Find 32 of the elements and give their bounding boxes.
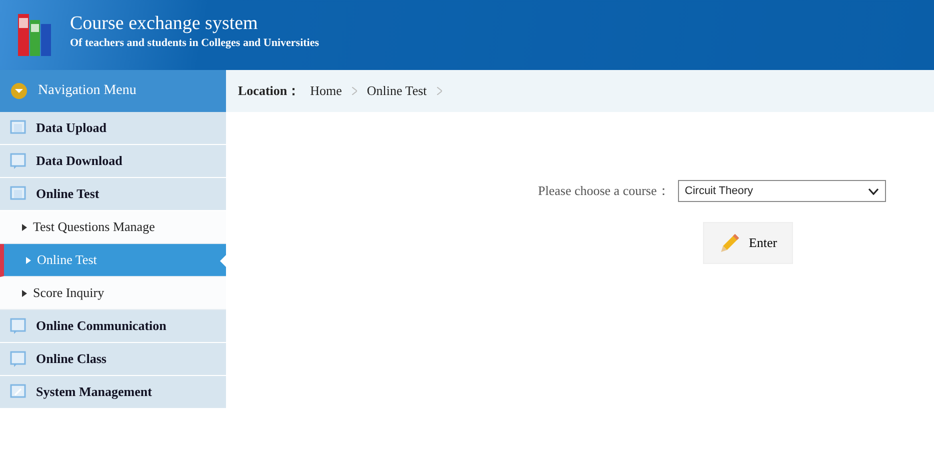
menu-title: Navigation Menu [38, 83, 136, 99]
document-icon [10, 186, 26, 202]
chevron-down-icon [868, 188, 879, 194]
edit-icon [10, 384, 26, 400]
app-subtitle: Of teachers and students in Colleges and Universities [70, 37, 320, 49]
menu-section[interactable]: Online Class [0, 343, 226, 376]
document-icon [10, 120, 26, 136]
bullet-icon [26, 256, 31, 264]
location-label: Location： [238, 82, 300, 100]
menu-section[interactable]: Online Test [0, 178, 226, 211]
chevron-right-icon [436, 87, 442, 95]
chevron-right-icon [352, 87, 357, 95]
chat-icon [10, 318, 26, 334]
menu-section[interactable]: Data Upload [0, 112, 226, 145]
app-title: Course exchange system [70, 13, 259, 35]
menu-item[interactable]: Score Inquiry [0, 277, 226, 310]
course-label: Please choose a course： [538, 182, 670, 200]
bullet-icon [22, 224, 27, 230]
pencil-icon [718, 232, 741, 254]
pointer-notch-icon [220, 255, 226, 267]
menu-section[interactable]: Data Download [0, 145, 226, 178]
course-select[interactable]: Circuit Theory [678, 180, 886, 202]
chat-icon [10, 351, 26, 367]
down-circle-icon [10, 82, 28, 100]
chat-icon [10, 153, 26, 169]
bullet-icon [22, 290, 27, 296]
menu-section[interactable]: System Management [0, 376, 226, 409]
breadcrumb-link[interactable]: Home [310, 83, 342, 99]
enter-button[interactable]: Enter [703, 222, 793, 264]
menu-section[interactable]: Online Communication [0, 310, 226, 343]
menu-item[interactable]: Test Questions Manage [0, 211, 226, 244]
breadcrumb-link[interactable]: Online Test [366, 83, 427, 99]
